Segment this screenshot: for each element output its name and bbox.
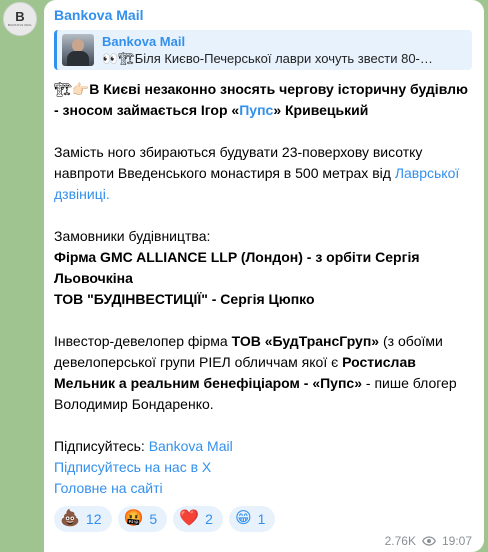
- reaction-grin[interactable]: 😁 1: [228, 506, 276, 532]
- poop-icon: 💩: [60, 510, 80, 527]
- paragraph-plan-text: Замість ного збираються будувати 23-пове…: [54, 144, 423, 181]
- reply-snippet: 👀🏗Біля Києво-Печерської лаври хочуть зве…: [102, 50, 433, 66]
- site-link[interactable]: Головне на сайті: [54, 480, 163, 496]
- pups-link[interactable]: Пупс: [239, 102, 273, 118]
- message-meta: 2.76K 19:07: [385, 534, 472, 548]
- reactions-bar: 💩 12 🤬 5 ❤️ 2 😁 1: [54, 506, 472, 532]
- eye-icon: [422, 536, 436, 546]
- paragraph-plan: Замість ного збираються будувати 23-пове…: [54, 142, 472, 205]
- heart-icon: ❤️: [179, 510, 200, 527]
- headline-emoji: 🏗👉🏻: [54, 81, 90, 97]
- customers-label: Замовники будівництва:: [54, 228, 211, 244]
- message-bubble: Bankova Mail Bankova Mail 👀🏗Біля Києво-П…: [44, 0, 484, 552]
- customer-1: Фірма GMC ALLIANCE LLP (Лондон) - з орбі…: [54, 249, 420, 286]
- angry-face-icon: 🤬: [123, 510, 144, 527]
- sender-name[interactable]: Bankova Mail: [54, 6, 472, 24]
- reaction-count: 12: [85, 511, 102, 527]
- avatar-letter: B: [15, 9, 25, 24]
- grin-face-icon: 😁: [234, 510, 252, 527]
- paragraph-investor: Інвестор-девелопер фірма ТОВ «БудТрансГр…: [54, 333, 457, 412]
- reaction-count: 2: [205, 511, 213, 527]
- reaction-heart[interactable]: ❤️ 2: [173, 506, 223, 532]
- channel-avatar[interactable]: B BANKOVA MAIL: [3, 2, 37, 36]
- customer-2: ТОВ "БУДІНВЕСТИЦІЇ" - Сергія Цюпко: [54, 291, 315, 307]
- subscribe-line: Підписуйтесь: Bankova Mail: [54, 436, 472, 457]
- headline: 🏗👉🏻В Києві незаконно зносять чергову іст…: [54, 79, 472, 121]
- message-text: 🏗👉🏻В Києві незаконно зносять чергову іст…: [54, 79, 472, 499]
- reaction-count: 1: [257, 511, 266, 527]
- avatar-caption: BANKOVA MAIL: [7, 23, 33, 27]
- x-subscribe-link[interactable]: Підписуйтесь на нас в Х: [54, 459, 211, 475]
- message-time: 19:07: [441, 534, 472, 548]
- reply-title: Bankova Mail: [102, 33, 186, 49]
- reaction-count: 5: [149, 511, 158, 527]
- reaction-poop[interactable]: 💩 12: [54, 506, 112, 532]
- headline-text-end: » Кривецький: [273, 102, 369, 118]
- view-count: 2.76K: [384, 534, 416, 548]
- reaction-angry[interactable]: 🤬 5: [117, 506, 168, 532]
- reply-preview[interactable]: Bankova Mail 👀🏗Біля Києво-Печерської лав…: [54, 30, 472, 70]
- bankova-mail-link[interactable]: Bankova Mail: [149, 438, 233, 454]
- subscribe-label: Підписуйтесь:: [54, 438, 149, 454]
- reply-thumbnail: [62, 34, 94, 66]
